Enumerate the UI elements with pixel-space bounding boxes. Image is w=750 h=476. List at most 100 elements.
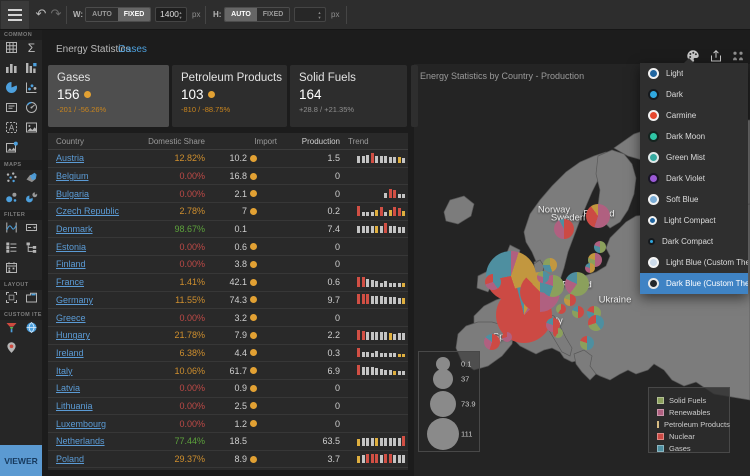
export-icon[interactable] — [709, 49, 724, 64]
theme-option-soft-blue[interactable]: Soft Blue — [640, 189, 748, 210]
country-link[interactable]: Latvia — [56, 383, 80, 393]
web-page-item[interactable] — [21, 320, 41, 340]
pie-chart-item[interactable] — [1, 80, 21, 100]
tab-container-item[interactable] — [21, 290, 41, 310]
map-pie-marker[interactable] — [565, 272, 589, 296]
country-link[interactable]: Lithuania — [56, 401, 93, 411]
column-header-import[interactable]: Import — [254, 133, 277, 149]
menu-icon[interactable] — [1, 1, 29, 29]
scatter-chart-item[interactable] — [21, 80, 41, 100]
map-pie-marker[interactable] — [485, 274, 501, 290]
width-spinner[interactable]: ▴▾ — [176, 8, 185, 21]
theme-option-dark[interactable]: Dark — [640, 84, 748, 105]
bar-gauge-item[interactable] — [21, 60, 41, 80]
table-row[interactable]: Finland0.00%3.80 — [48, 256, 408, 274]
country-link[interactable]: Poland — [56, 454, 84, 464]
theme-option-green-mist[interactable]: Green Mist — [640, 147, 748, 168]
table-row[interactable]: Denmark98.67%0.17.4 — [48, 221, 408, 239]
bound-image-item[interactable] — [1, 140, 21, 160]
undo-icon[interactable]: ↶ — [33, 5, 49, 23]
geo-point-map-item[interactable] — [1, 170, 21, 190]
theme-option-light-blue-custom-theme[interactable]: Light Blue (Custom Theme) — [640, 252, 748, 273]
map-pie-marker[interactable] — [543, 258, 557, 272]
country-link[interactable]: Netherlands — [56, 436, 105, 446]
map-pie-marker[interactable] — [585, 263, 595, 273]
country-link[interactable]: Denmark — [56, 224, 93, 234]
map-pie-marker[interactable] — [586, 204, 610, 228]
card-gases[interactable]: Gases156-201 / -56.26% — [48, 65, 169, 127]
range-filter-item[interactable] — [1, 220, 21, 240]
parameters-icon[interactable] — [731, 49, 746, 64]
table-row[interactable]: Greece0.00%3.20 — [48, 309, 408, 327]
list-box-item[interactable] — [1, 240, 21, 260]
segw-fixed-button[interactable]: FIXED — [118, 8, 150, 21]
segw-auto-button[interactable]: AUTO — [86, 8, 118, 21]
table-row[interactable]: Lithuania0.00%2.50 — [48, 398, 408, 416]
theme-option-carmine[interactable]: Carmine — [640, 105, 748, 126]
map-pie-marker[interactable] — [594, 241, 606, 253]
group-item[interactable] — [1, 290, 21, 310]
column-header-production[interactable]: Production — [302, 133, 340, 149]
table-row[interactable]: Czech Republic2.78%70.2 — [48, 203, 408, 221]
country-link[interactable]: France — [56, 277, 84, 287]
table-row[interactable]: Netherlands77.44%18.563.5 — [48, 433, 408, 451]
funnel-item[interactable] — [1, 320, 21, 340]
table-row[interactable]: Estonia0.00%0.60 — [48, 238, 408, 256]
table-row[interactable]: France1.41%42.10.6 — [48, 274, 408, 292]
table-row[interactable]: Belgium0.00%16.80 — [48, 168, 408, 186]
chart-item[interactable] — [1, 60, 21, 80]
text-box-item[interactable]: A — [1, 120, 21, 140]
country-link[interactable]: Italy — [56, 366, 73, 376]
column-header-domestic-share[interactable]: Domestic Share — [148, 133, 205, 149]
map-pie-marker[interactable] — [588, 315, 604, 331]
map-pie-marker[interactable] — [553, 328, 563, 338]
country-link[interactable]: Belgium — [56, 171, 89, 181]
map-pie-marker[interactable] — [580, 336, 594, 350]
height-input[interactable]: ▴▾ — [294, 7, 326, 22]
card-solid-fuels[interactable]: Solid Fuels164+28.8 / +21.35% — [290, 65, 407, 127]
table-row[interactable]: Ireland6.38%4.40.3 — [48, 345, 408, 363]
table-row[interactable]: Luxembourg0.00%1.20 — [48, 415, 408, 433]
map-pie-marker[interactable] — [502, 332, 512, 342]
column-header-trend[interactable]: Trend — [348, 133, 369, 149]
theme-option-light[interactable]: Light — [640, 63, 748, 84]
country-link[interactable]: Greece — [56, 313, 86, 323]
gauge-item[interactable] — [21, 100, 41, 120]
table-row[interactable]: Italy10.06%61.76.9 — [48, 362, 408, 380]
table-row[interactable]: Poland29.37%8.93.7 — [48, 451, 408, 469]
country-link[interactable]: Hungary — [56, 330, 90, 340]
country-link[interactable]: Ireland — [56, 348, 84, 358]
table-row[interactable]: Latvia0.00%0.90 — [48, 380, 408, 398]
tree-view-item[interactable] — [21, 240, 41, 260]
card-item[interactable] — [1, 100, 21, 120]
map-pie-marker[interactable] — [484, 334, 500, 350]
segh-auto-button[interactable]: AUTO — [225, 8, 257, 21]
tab-gases[interactable]: Gases — [118, 44, 147, 55]
pie-map-item[interactable] — [21, 190, 41, 210]
theme-option-dark-blue-custom-theme[interactable]: Dark Blue (Custom Theme) — [640, 273, 748, 294]
bubble-map-item[interactable] — [1, 190, 21, 210]
table-row[interactable]: Bulgaria0.00%2.10 — [48, 185, 408, 203]
map-pie-marker[interactable] — [537, 271, 549, 283]
height-spinner[interactable]: ▴▾ — [315, 8, 324, 21]
theme-option-dark-moon[interactable]: Dark Moon — [640, 126, 748, 147]
grid-item[interactable] — [1, 40, 21, 60]
map-pie-marker[interactable] — [572, 306, 584, 318]
column-header-country[interactable]: Country — [56, 133, 84, 149]
map-pie-marker[interactable] — [556, 304, 566, 314]
segh-fixed-button[interactable]: FIXED — [257, 8, 289, 21]
map-pie-marker[interactable] — [564, 294, 576, 306]
redo-icon[interactable]: ↷ — [48, 5, 64, 23]
table-row[interactable]: Hungary21.78%7.92.2 — [48, 327, 408, 345]
choropleth-map-item[interactable] — [21, 170, 41, 190]
date-filter-item[interactable] — [1, 260, 21, 280]
viewer-button[interactable]: VIEWER — [0, 445, 42, 476]
country-link[interactable]: Czech Republic — [56, 206, 119, 216]
country-link[interactable]: Estonia — [56, 242, 86, 252]
table-row[interactable]: Germany11.55%74.39.7 — [48, 292, 408, 310]
map-pin-item[interactable] — [1, 340, 21, 360]
country-link[interactable]: Luxembourg — [56, 419, 106, 429]
country-link[interactable]: Finland — [56, 259, 86, 269]
country-link[interactable]: Austria — [56, 153, 84, 163]
pivot-item[interactable]: Σ — [21, 40, 41, 60]
